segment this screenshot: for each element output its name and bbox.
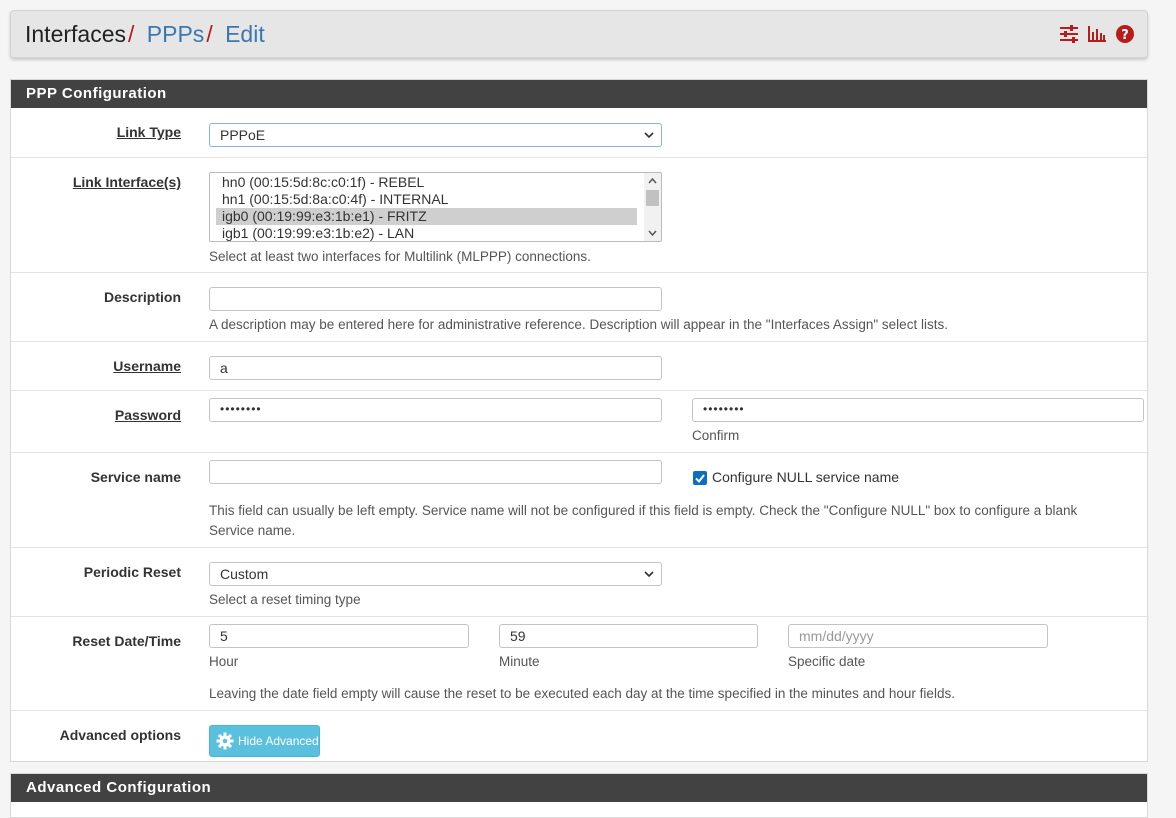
breadcrumb-bar: Interfaces/ PPPs/ Edit ?	[10, 10, 1148, 58]
link-interfaces-listbox[interactable]: hn0 (00:15:5d:8c:c0:1f) - REBEL hn1 (00:…	[209, 172, 662, 242]
password-confirm-help: Confirm	[692, 428, 740, 443]
service-name-row: Service name Configure NULL service name…	[11, 452, 1149, 547]
scroll-up-icon[interactable]	[647, 176, 658, 186]
username-value: a	[220, 360, 228, 376]
password-value: ••••••••	[220, 402, 262, 416]
panel-title: Advanced Configuration	[11, 774, 1147, 802]
chart-icon[interactable]	[1087, 24, 1107, 44]
reset-date-input[interactable]: mm/dd/yyyy	[788, 624, 1048, 648]
hide-advanced-label: Hide Advanced	[238, 734, 319, 748]
sliders-icon[interactable]	[1059, 24, 1079, 44]
header-icons: ?	[1059, 24, 1135, 44]
gear-icon	[216, 732, 234, 750]
service-name-label: Service name	[90, 469, 181, 485]
periodic-reset-value: Custom	[220, 566, 269, 582]
password-confirm-value: ••••••••	[703, 402, 745, 416]
link-interfaces-label: Link Interface(s)	[72, 174, 181, 190]
scrollbar-thumb[interactable]	[646, 190, 659, 206]
breadcrumb-separator: /	[206, 21, 213, 47]
list-item[interactable]: hn1 (00:15:5d:8a:c0:4f) - INTERNAL	[210, 191, 661, 208]
advanced-configuration-panel: Advanced Configuration	[10, 773, 1148, 818]
null-service-checkbox[interactable]	[693, 471, 707, 485]
username-input[interactable]: a	[209, 356, 662, 380]
breadcrumb-link-edit[interactable]: Edit	[225, 21, 265, 47]
link-interfaces-help: Select at least two interfaces for Multi…	[209, 249, 591, 264]
help-icon[interactable]: ?	[1115, 24, 1135, 44]
password-row: Password •••••••• •••••••• Confirm	[11, 390, 1149, 452]
password-label: Password	[114, 407, 181, 423]
username-label: Username	[113, 358, 181, 374]
ppp-configuration-panel: PPP Configuration Link Type PPPoE Link I…	[10, 79, 1149, 762]
breadcrumb-root: Interfaces	[25, 21, 126, 47]
description-label: Description	[103, 289, 181, 305]
periodic-reset-select[interactable]: Custom	[209, 562, 662, 586]
periodic-reset-row: Periodic Reset Custom Select a reset tim…	[11, 547, 1149, 616]
reset-minute-input[interactable]: 59	[499, 624, 758, 648]
reset-minute-help: Minute	[499, 654, 540, 669]
hide-advanced-button[interactable]: Hide Advanced	[209, 725, 320, 757]
link-interfaces-row: Link Interface(s) hn0 (00:15:5d:8c:c0:1f…	[11, 157, 1149, 272]
breadcrumb-link-ppps[interactable]: PPPs	[147, 21, 205, 47]
description-row: Description A description may be entered…	[11, 272, 1149, 341]
reset-hour-input[interactable]: 5	[209, 624, 469, 648]
list-item[interactable]: hn0 (00:15:5d:8c:c0:1f) - REBEL	[210, 174, 661, 191]
breadcrumb: Interfaces/ PPPs/ Edit	[25, 21, 265, 48]
scroll-down-icon[interactable]	[647, 228, 658, 238]
chevron-down-icon	[644, 571, 654, 578]
advanced-options-row: Advanced options Hide Advanced	[11, 710, 1149, 762]
reset-date-help: Specific date	[788, 654, 866, 669]
service-name-input[interactable]	[209, 460, 662, 484]
link-type-value: PPPoE	[220, 127, 266, 143]
reset-minute-value: 59	[510, 628, 526, 644]
panel-title: PPP Configuration	[11, 80, 1147, 108]
password-confirm-input[interactable]: ••••••••	[692, 398, 1144, 422]
link-type-row: Link Type PPPoE	[11, 108, 1149, 157]
list-item[interactable]: igb1 (00:19:99:e3:1b:e2) - LAN	[210, 225, 661, 241]
service-name-help-line1: This field can usually be left empty. Se…	[209, 503, 1078, 518]
advanced-options-label: Advanced options	[59, 727, 181, 743]
periodic-reset-label: Periodic Reset	[83, 564, 181, 580]
list-item-selected[interactable]: igb0 (00:19:99:e3:1b:e1) - FRITZ	[216, 208, 637, 225]
reset-datetime-help: Leaving the date field empty will cause …	[209, 686, 955, 701]
null-service-label[interactable]: Configure NULL service name	[712, 469, 899, 485]
reset-hour-value: 5	[220, 628, 228, 644]
checkmark-icon	[695, 474, 705, 484]
periodic-reset-help: Select a reset timing type	[209, 592, 361, 607]
reset-datetime-row: Reset Date/Time 5 Hour 59 Minute mm/dd/y…	[11, 616, 1149, 710]
password-input[interactable]: ••••••••	[209, 398, 662, 422]
description-help: A description may be entered here for ad…	[209, 317, 948, 332]
username-row: Username a	[11, 341, 1149, 390]
link-type-label: Link Type	[116, 124, 181, 140]
breadcrumb-separator: /	[128, 21, 135, 47]
reset-hour-help: Hour	[209, 654, 239, 669]
svg-text:?: ?	[1121, 28, 1129, 43]
service-name-help-line2: Service name.	[209, 523, 296, 538]
description-input[interactable]	[209, 287, 662, 311]
link-type-select[interactable]: PPPoE	[209, 123, 662, 147]
reset-datetime-label: Reset Date/Time	[72, 633, 181, 649]
listbox-scrollbar[interactable]	[644, 173, 661, 241]
reset-date-placeholder: mm/dd/yyyy	[799, 628, 874, 644]
chevron-down-icon	[644, 132, 654, 139]
